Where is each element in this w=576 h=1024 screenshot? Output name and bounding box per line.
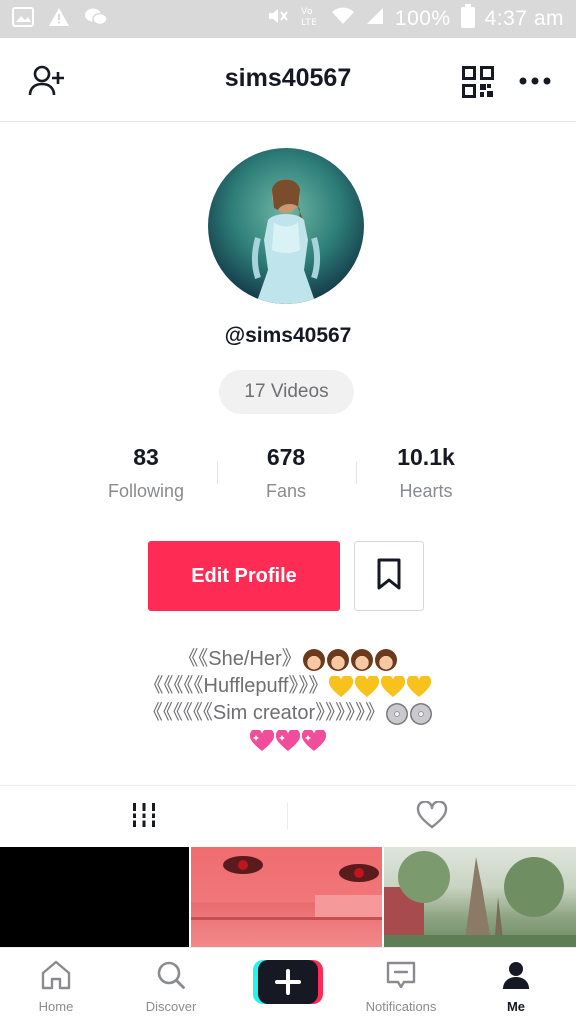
dvd-emoji-icon <box>386 702 409 725</box>
stat-following-label: Following <box>107 481 185 501</box>
svg-text:Vo: Vo <box>301 7 313 17</box>
stat-hearts-value: 10.1k <box>397 444 455 470</box>
bottom-nav: Home Discover Notifications Me <box>0 947 576 1024</box>
stat-fans-value: 678 <box>266 444 306 470</box>
yellow-heart-icon <box>407 675 432 697</box>
nav-discover[interactable]: Discover <box>116 960 226 1014</box>
dvd-emoji-icon <box>410 702 433 725</box>
tab-videos[interactable] <box>0 786 288 848</box>
stat-hearts-label: Hearts <box>399 481 453 501</box>
status-right: Vo LTE 100% 4:37 am <box>267 4 564 34</box>
video-thumbnail[interactable] <box>384 847 576 947</box>
nav-me[interactable]: Me <box>461 960 571 1014</box>
yellow-heart-icon <box>355 675 380 697</box>
bio-line-4 <box>0 727 576 754</box>
stat-fans[interactable]: 678 Fans <box>211 444 361 502</box>
signal-icon <box>365 6 385 32</box>
sparkling-heart-icon <box>302 729 326 751</box>
home-icon <box>39 960 73 994</box>
heart-outline-icon <box>416 799 448 834</box>
grid-icon <box>131 801 157 834</box>
profile-header: sims40567 <box>0 38 576 122</box>
status-left <box>12 6 108 32</box>
nav-notifications[interactable]: Notifications <box>346 960 456 1014</box>
inbox-icon <box>385 961 417 994</box>
nav-discover-label: Discover <box>145 999 197 1014</box>
stat-following[interactable]: 83 Following <box>71 444 221 502</box>
girl-emoji-icon <box>326 648 349 671</box>
stat-following-value: 83 <box>133 444 159 470</box>
more-icon[interactable] <box>518 66 552 96</box>
stat-hearts[interactable]: 10.1k Hearts <box>351 444 501 502</box>
bookmark-icon <box>376 558 402 595</box>
battery-percent: 100% <box>394 7 451 30</box>
bio: 《《She/Her》 《《《《《Hufflepuff》》》 《《《《《《Sim … <box>0 646 576 754</box>
wifi-icon <box>331 6 355 32</box>
favorites-button[interactable] <box>354 541 424 611</box>
girl-emoji-icon <box>302 648 325 671</box>
search-icon <box>156 961 186 994</box>
bio-line-1: 《《She/Her》 <box>0 646 576 673</box>
qr-code-icon[interactable] <box>462 66 494 98</box>
tab-liked[interactable] <box>288 786 576 848</box>
girl-emoji-icon <box>350 648 373 671</box>
clock: 4:37 am <box>484 7 564 30</box>
mute-icon <box>267 6 289 32</box>
sparkling-heart-icon <box>276 729 300 751</box>
nav-notifications-label: Notifications <box>365 999 437 1014</box>
nav-home[interactable]: Home <box>1 960 111 1014</box>
chat-icon <box>84 7 108 32</box>
bio-line-3: 《《《《《《Sim creator》》》》》》 <box>0 700 576 727</box>
edit-profile-button[interactable]: Edit Profile <box>148 541 340 611</box>
avatar[interactable] <box>208 148 364 304</box>
bio-text-2: 《《《《《Hufflepuff》》》 <box>143 675 329 697</box>
content-tabs <box>0 785 576 847</box>
create-video-button[interactable] <box>253 960 323 1004</box>
videos-count-pill[interactable]: 17 Videos <box>219 370 354 414</box>
status-bar: Vo LTE 100% 4:37 am <box>0 0 576 38</box>
warning-icon <box>48 7 70 32</box>
gallery-icon <box>12 6 34 32</box>
yellow-heart-icon <box>381 675 406 697</box>
svg-text:LTE: LTE <box>301 18 317 27</box>
girl-emoji-icon <box>374 648 397 671</box>
video-thumbnail[interactable] <box>191 847 382 947</box>
profile-handle: @sims40567 <box>224 324 352 347</box>
bio-text-1: 《《She/Her》 <box>178 648 302 670</box>
video-thumbnail[interactable] <box>0 847 189 947</box>
yellow-heart-icon <box>329 675 354 697</box>
volte-icon: Vo LTE <box>299 5 321 33</box>
nav-home-label: Home <box>38 999 74 1014</box>
nav-me-label: Me <box>506 999 526 1014</box>
stat-fans-label: Fans <box>265 481 307 501</box>
bio-line-2: 《《《《《Hufflepuff》》》 <box>0 673 576 700</box>
sparkling-heart-icon <box>250 729 274 751</box>
bio-text-3: 《《《《《《Sim creator》》》》》》 <box>142 702 386 724</box>
battery-icon <box>460 4 475 34</box>
profile-icon <box>501 962 531 994</box>
